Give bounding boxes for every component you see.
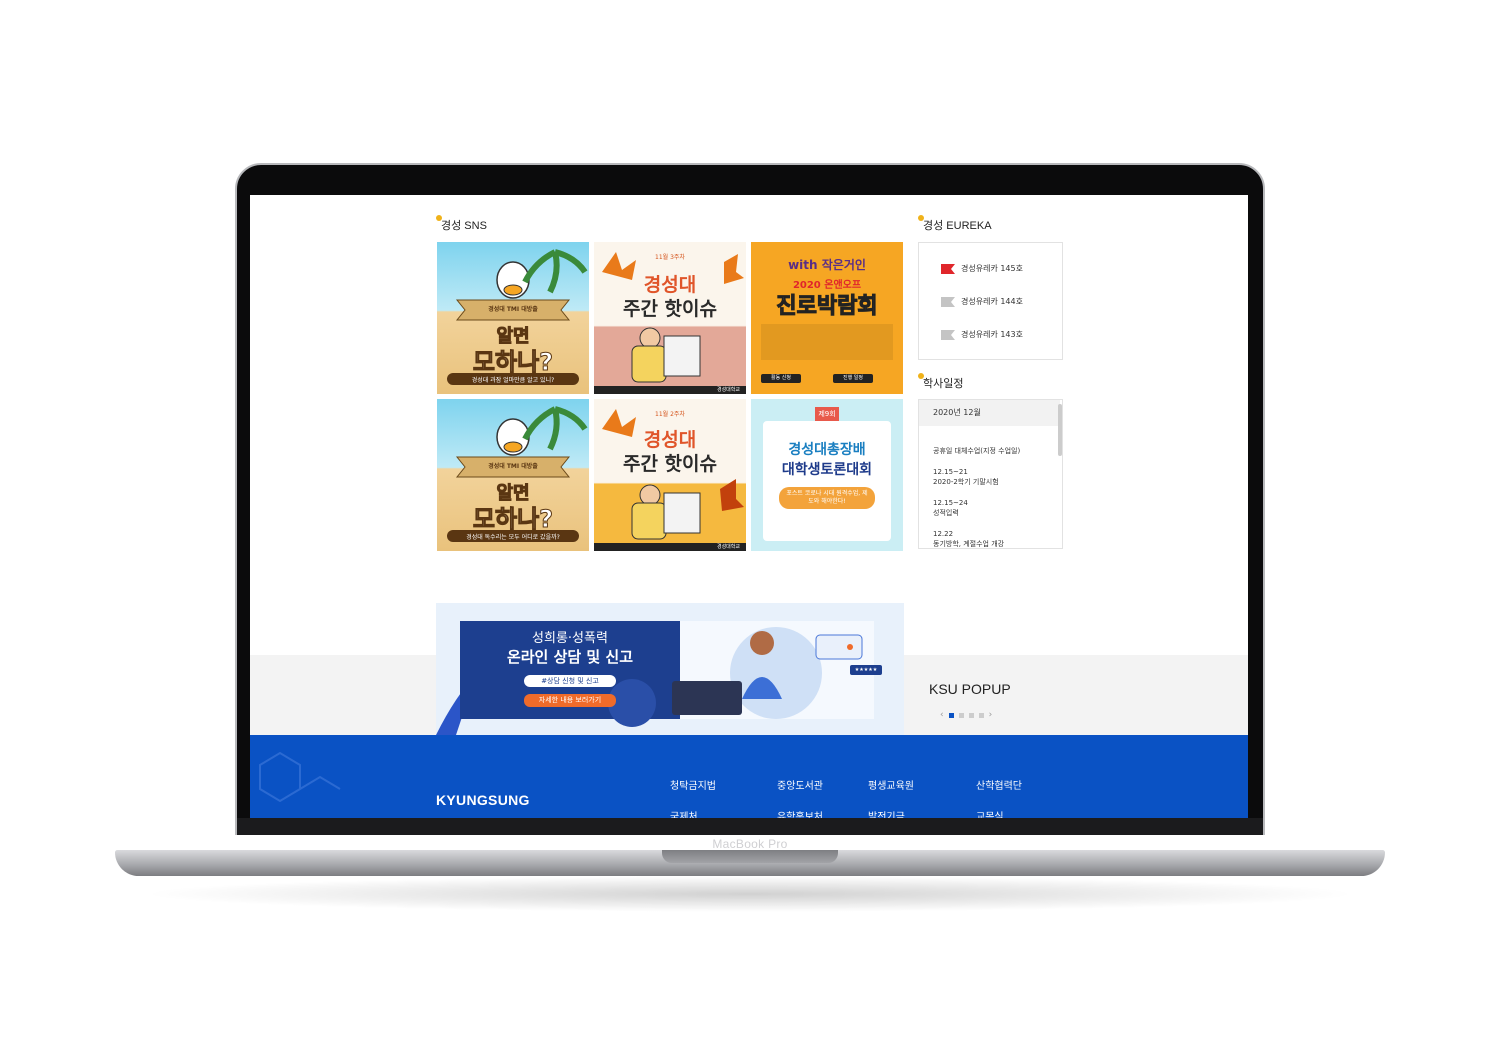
banner-tag: #상담 신청 및 신고 [524, 675, 616, 687]
pager-dot[interactable] [958, 712, 964, 718]
flag-icon [941, 329, 955, 340]
schedule-scrollbar[interactable] [1058, 404, 1062, 456]
popup-banner[interactable]: 성희롱·성폭력 온라인 상담 및 신고 #상담 신청 및 신고 자세한 내용 보… [436, 603, 904, 735]
popup-pager: ‹ › [940, 710, 992, 720]
pager-dot[interactable] [968, 712, 974, 718]
tile-pill: 진행 일정 [833, 374, 873, 383]
eureka-item[interactable]: 경성유레카 145호 [941, 263, 1023, 274]
footer-link[interactable]: 국제처 [670, 808, 698, 818]
popup-title: KSU POPUP [929, 681, 1011, 697]
eureka-section-title: 경성 EUREKA [918, 215, 992, 233]
tile-caption: 경성대 독수리는 모두 어디로 갔을까? [466, 534, 560, 541]
eureka-item[interactable]: 경성유레카 144호 [941, 296, 1023, 307]
tile-tag: 제9회 [815, 407, 839, 421]
schedule-panel: 2020년 12월 공휴일 대체수업(지정 수업일) 12.15~21 2020-… [918, 399, 1063, 549]
title-dot-icon [918, 373, 924, 379]
tile-tag: 경성대 TMI 대방출 [488, 463, 538, 470]
title-dot-icon [918, 215, 924, 221]
tile-tag: 11월 3주차 [655, 254, 685, 261]
pager-prev-button[interactable]: ‹ [940, 710, 944, 720]
eureka-list: 경성유레카 145호 경성유레카 144호 경성유레카 143호 [918, 242, 1063, 360]
laptop-notch [662, 850, 838, 863]
tile-headline: 경성대총장배 [788, 442, 866, 458]
rating-stars-icon: ★★★★★ [850, 665, 882, 675]
device-label: MacBook Pro [712, 837, 788, 851]
tile-headline: 경성대 [643, 429, 697, 451]
title-dot-icon [436, 215, 442, 221]
tile-caption: 포스트 코로나 시대 원격수업, 제도와 해야한다! [779, 487, 875, 509]
footer-link[interactable]: 중앙도서관 [777, 777, 823, 792]
sns-tile[interactable]: 11월 2주차 경성대 주간 핫이슈 경성대학교 [594, 399, 746, 551]
schedule-item[interactable]: 공휴일 대체수업(지정 수업일) [933, 446, 1020, 456]
tile-headline: 진로박람회 [776, 294, 878, 320]
sns-section-title: 경성 SNS [436, 215, 487, 233]
footer-link[interactable]: 교목실 [976, 808, 1004, 818]
tile-headline: 대학생토론대회 [781, 462, 873, 478]
schedule-list: 공휴일 대체수업(지정 수업일) 12.15~21 2020-2학기 기말시험 1… [933, 446, 1020, 548]
pager-dot[interactable] [948, 712, 954, 718]
tile-headline: 경성대 [643, 274, 697, 296]
footer-link[interactable]: 산학협력단 [976, 777, 1022, 792]
mockup-stage: MacBook Pro 경성 SNS 경성대 TMI 대방출 알면 모하나? 경… [0, 0, 1500, 1052]
counseling-illustration-icon [436, 621, 874, 735]
banner-line2: 온라인 상담 및 신고 [506, 648, 634, 666]
footer-link[interactable]: 평생교육원 [868, 777, 914, 792]
site-footer: KYUNGSUNG 청탁금지법 중앙도서관 평생교육원 산학협력단국제처 유학홍보처 발전… [250, 735, 1248, 818]
footer-link[interactable]: 유학홍보처 [777, 808, 823, 818]
tile-caption: 경성대 과잠 얼마만큼 알고 있니? [471, 377, 555, 384]
sns-tile[interactable]: with 작은거인 2020 온앤오프 진로박람회 활동 신청 진행 일정 [751, 242, 903, 394]
schedule-item[interactable]: 12.15~21 2020-2학기 기말시험 [933, 467, 1020, 487]
banner-cta-button[interactable]: 자세한 내용 보러가기 [524, 694, 616, 707]
tile-headline: 모하나? [472, 348, 554, 377]
sns-tile[interactable]: 11월 3주차 경성대 주간 핫이슈 경성대학교 [594, 242, 746, 394]
sns-tile[interactable]: 경성대 TMI 대방출 알면 모하나? 경성대 독수리는 모두 어디로 갔을까? [437, 399, 589, 551]
pager-dot[interactable] [978, 712, 984, 718]
tile-headline: 주간 핫이슈 [622, 298, 717, 320]
browser-screen: 경성 SNS 경성대 TMI 대방출 알면 모하나? 경성대 과잠 얼마만큼 알… [250, 195, 1248, 818]
pager-next-button[interactable]: › [989, 710, 993, 720]
schedule-item[interactable]: 12.22 동기방학, 계절수업 개강 [933, 529, 1020, 548]
tile-tag: 경성대 TMI 대방출 [488, 306, 538, 313]
footer-link[interactable]: 발전기금 [868, 808, 905, 818]
tile-caption: 경성대학교 [716, 387, 740, 393]
sns-tile[interactable]: 제9회 경성대총장배 대학생토론대회 포스트 코로나 시대 원격수업, 제도와 … [751, 399, 903, 551]
banner-line1: 성희롱·성폭력 [532, 631, 608, 646]
footer-link[interactable]: 청탁금지법 [670, 777, 716, 792]
tile-tag: with 작은거인 [788, 258, 866, 272]
hex-pattern-icon [259, 751, 341, 803]
schedule-month: 2020년 12월 [919, 400, 1060, 426]
laptop-shadow [140, 876, 1360, 912]
flag-icon [941, 263, 955, 274]
eureka-item[interactable]: 경성유레카 143호 [941, 329, 1023, 340]
tile-caption: 경성대학교 [716, 544, 740, 550]
tile-pill: 활동 신청 [761, 374, 801, 383]
tile-headline: 주간 핫이슈 [622, 453, 717, 475]
tile-tag: 11월 2주차 [655, 411, 685, 418]
tile-headline: 모하나? [472, 505, 554, 534]
laptop-chin: MacBook Pro [237, 818, 1263, 851]
tile-description-block [761, 324, 893, 360]
footer-logo[interactable]: KYUNGSUNG [436, 792, 530, 808]
sns-tile[interactable]: 경성대 TMI 대방출 알면 모하나? 경성대 과잠 얼마만큼 알고 있니? [437, 242, 589, 394]
flag-icon [941, 296, 955, 307]
schedule-item[interactable]: 12.15~24 성적입력 [933, 498, 1020, 518]
schedule-section-title: 학사일정 [918, 373, 963, 391]
